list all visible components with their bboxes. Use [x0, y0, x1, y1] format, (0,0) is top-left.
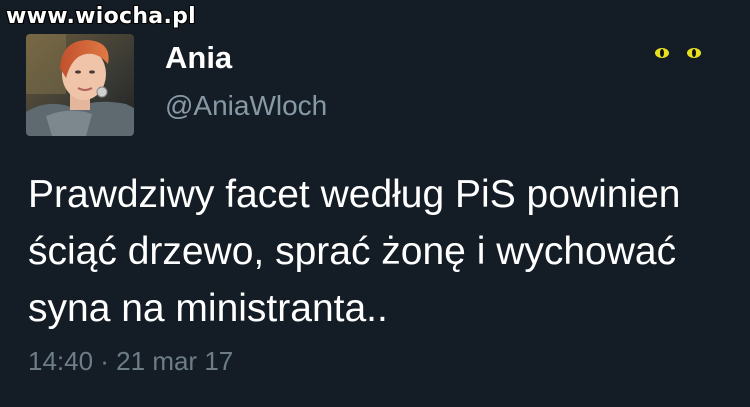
author-handle[interactable]: @AniaWloch	[165, 90, 327, 122]
tweet-text-line: Prawdziwy facet według PiS powinien	[28, 173, 681, 216]
eyes-icon[interactable]	[652, 44, 708, 62]
author-name[interactable]: Ania	[165, 40, 232, 76]
avatar[interactable]	[26, 34, 134, 136]
profile-photo-icon	[26, 34, 134, 136]
tweet-text: Prawdziwy facet według PiS powinien ścią…	[28, 166, 728, 337]
watermark: www.wiocha.pl	[6, 4, 196, 29]
tweet-text-line: ściąć drzewo, sprać żonę i wychować	[28, 230, 677, 273]
tweet-timestamp[interactable]: 14:40 · 21 mar 17	[28, 346, 233, 377]
tweet-text-line: syna na ministranta..	[28, 287, 388, 330]
